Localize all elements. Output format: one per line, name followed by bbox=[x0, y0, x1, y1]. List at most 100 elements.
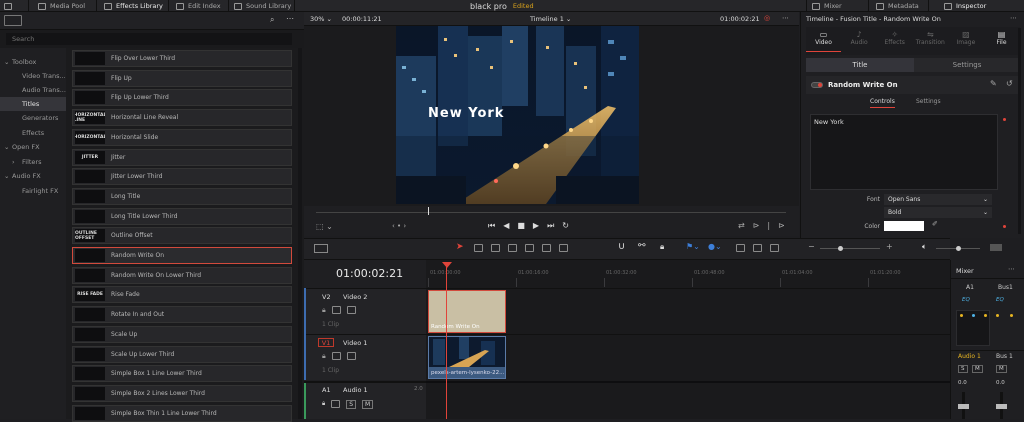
inspector-tab-video[interactable]: ▭ Video bbox=[806, 30, 841, 52]
edit-fusion-icon[interactable]: ✎ bbox=[990, 79, 997, 88]
eq-button[interactable]: EQ bbox=[996, 297, 1004, 303]
video-clip[interactable]: pexels-artem-lysenko-22... bbox=[428, 336, 506, 379]
jog-control[interactable]: ‹ • › bbox=[392, 222, 406, 230]
title-item[interactable]: Flip Over Lower Third bbox=[72, 50, 292, 67]
dynamic-trim-icon[interactable] bbox=[491, 244, 500, 252]
dim-button[interactable] bbox=[990, 244, 1002, 251]
auto-select-icon[interactable] bbox=[331, 352, 341, 360]
font-select[interactable]: Open Sans ⌄ bbox=[884, 194, 992, 205]
overwrite-clip-icon[interactable] bbox=[542, 244, 551, 252]
eyedropper-icon[interactable]: ✐ bbox=[932, 220, 938, 228]
playhead-handle[interactable] bbox=[442, 262, 452, 268]
auto-select-icon[interactable] bbox=[331, 306, 341, 314]
inspector-tab-transition[interactable]: ⇋ Transition bbox=[913, 30, 948, 52]
effects-library-button[interactable]: Effects Library bbox=[104, 0, 163, 12]
title-item[interactable]: Simple Box 2 Lines Lower Third bbox=[72, 384, 292, 402]
tab-controls[interactable]: Controls bbox=[870, 98, 895, 108]
tab-settings[interactable]: Settings bbox=[914, 58, 1020, 72]
title-item[interactable]: Random Write On Lower Third bbox=[72, 266, 292, 284]
tree-item-fairlight-fx[interactable]: Fairlight FX bbox=[0, 184, 66, 198]
blade-tool-icon[interactable] bbox=[508, 244, 517, 252]
keyframe-dot[interactable] bbox=[1003, 225, 1006, 228]
title-item[interactable]: JITTER Jitter bbox=[72, 148, 292, 166]
position-lock-icon[interactable]: 🔒︎ bbox=[660, 242, 664, 252]
inspector-button[interactable]: Inspector bbox=[944, 0, 986, 12]
scrollbar[interactable] bbox=[298, 48, 302, 419]
fader-handle[interactable] bbox=[996, 404, 1007, 409]
lock-icon[interactable]: 🔒︎ bbox=[322, 400, 325, 409]
flag-icon[interactable]: ⚑⌄ bbox=[686, 242, 700, 251]
sync-icon[interactable]: ◎ bbox=[764, 14, 770, 22]
zoom-full-icon[interactable] bbox=[736, 244, 745, 252]
insert-clip-icon[interactable] bbox=[525, 244, 534, 252]
viewer-mode-icon[interactable]: ⬚ ⌄ bbox=[316, 222, 333, 231]
inspector-tab-file[interactable]: ▤ File bbox=[984, 30, 1019, 52]
scrub-track[interactable] bbox=[316, 212, 786, 213]
media-pool-button[interactable]: Media Pool bbox=[38, 0, 85, 12]
zoom-select[interactable]: 30% ⌄ bbox=[310, 15, 332, 23]
search-icon[interactable]: ⌕ bbox=[270, 15, 274, 25]
mute-button[interactable]: M bbox=[996, 365, 1007, 373]
effect-enable-toggle[interactable] bbox=[811, 82, 823, 88]
solo-button[interactable]: S bbox=[958, 365, 968, 373]
title-item[interactable]: OUTLINE OFFSET Outline Offset bbox=[72, 227, 292, 245]
zoom-custom-icon[interactable] bbox=[770, 244, 779, 252]
title-clip[interactable]: Random Write On bbox=[428, 290, 506, 333]
lock-icon[interactable]: 🔒︎ bbox=[322, 352, 326, 361]
title-item[interactable]: Simple Box Thin 1 Line Lower Third bbox=[72, 404, 292, 422]
track-enable-icon[interactable] bbox=[346, 306, 356, 314]
viewer-playhead[interactable] bbox=[428, 207, 429, 215]
playback-controls[interactable]: ⏮◀■▶⏭↻ bbox=[488, 221, 577, 231]
reset-icon[interactable]: ↺ bbox=[1006, 79, 1013, 88]
keyframe-dot[interactable] bbox=[1003, 118, 1006, 121]
tree-item-titles[interactable]: Titles bbox=[0, 97, 66, 111]
marker-icon[interactable]: ●⌄ bbox=[708, 242, 722, 251]
timeline-playhead[interactable] bbox=[446, 262, 447, 419]
match-frame-icons[interactable]: ⇄⊳|⊳ bbox=[738, 221, 793, 230]
timeline-view-options-icon[interactable] bbox=[314, 244, 328, 253]
replace-clip-icon[interactable] bbox=[559, 244, 568, 252]
volume-slider-handle[interactable] bbox=[956, 246, 961, 251]
snapping-icon[interactable]: ∪ bbox=[618, 241, 625, 252]
zoom-slider-handle[interactable] bbox=[838, 246, 843, 251]
fader-handle[interactable] bbox=[958, 404, 969, 409]
lock-icon[interactable]: 🔒︎ bbox=[322, 306, 326, 315]
panel-toggle-button[interactable] bbox=[4, 0, 12, 12]
sidebar-toggle-icon[interactable] bbox=[4, 15, 22, 26]
title-item[interactable]: Random Write On bbox=[72, 247, 292, 264]
tree-item-effects[interactable]: Effects bbox=[0, 126, 66, 140]
title-item[interactable]: RISE FADE Rise Fade bbox=[72, 286, 292, 304]
zoom-detail-icon[interactable] bbox=[753, 244, 762, 252]
zoom-in-icon[interactable]: + bbox=[886, 242, 893, 251]
title-item[interactable]: Long Title Lower Third bbox=[72, 207, 292, 225]
track-enable-icon[interactable] bbox=[346, 352, 356, 360]
tree-item-toolbox[interactable]: ⌄ Toolbox bbox=[0, 55, 66, 69]
title-item[interactable]: HORIZONTAL LINE Horizontal Line Reveal bbox=[72, 109, 292, 127]
tree-item-audio-transitions[interactable]: Audio Trans... bbox=[0, 83, 66, 97]
edit-index-button[interactable]: Edit Index bbox=[176, 0, 221, 12]
tree-item-video-transitions[interactable]: Video Trans... bbox=[0, 69, 66, 83]
tree-item-generators[interactable]: Generators bbox=[0, 111, 66, 125]
solo-button[interactable]: S bbox=[346, 400, 357, 409]
tree-item-open-fx[interactable]: ⌄ Open FX bbox=[0, 140, 66, 154]
trim-tool-icon[interactable] bbox=[474, 244, 483, 252]
timeline-selector[interactable]: Timeline 1 ⌄ bbox=[530, 15, 571, 23]
title-item[interactable]: Jitter Lower Third bbox=[72, 168, 292, 186]
more-options-icon[interactable]: ⋯ bbox=[782, 14, 789, 22]
tree-item-audio-fx[interactable]: ⌄ Audio FX bbox=[0, 169, 66, 183]
zoom-out-icon[interactable]: − bbox=[808, 242, 815, 251]
color-swatch[interactable] bbox=[884, 221, 924, 231]
sound-library-button[interactable]: Sound Library bbox=[234, 0, 291, 12]
tab-title[interactable]: Title bbox=[806, 58, 914, 72]
title-item[interactable]: HORIZONTAL Horizontal Slide bbox=[72, 128, 292, 146]
zoom-slider[interactable] bbox=[820, 248, 880, 249]
mute-button[interactable]: M bbox=[972, 365, 983, 373]
title-item[interactable]: Long Title bbox=[72, 187, 292, 205]
inspector-tab-image[interactable]: ▨ Image bbox=[948, 30, 983, 52]
inspector-scrollbar[interactable] bbox=[1018, 28, 1021, 234]
title-item[interactable]: Scale Up Lower Third bbox=[72, 345, 292, 363]
volume-icon[interactable]: 🔈︎ bbox=[922, 242, 927, 252]
eq-button[interactable]: EQ bbox=[962, 297, 970, 303]
more-options-icon[interactable]: ⋯ bbox=[286, 14, 294, 23]
font-style-select[interactable]: Bold ⌄ bbox=[884, 207, 992, 218]
